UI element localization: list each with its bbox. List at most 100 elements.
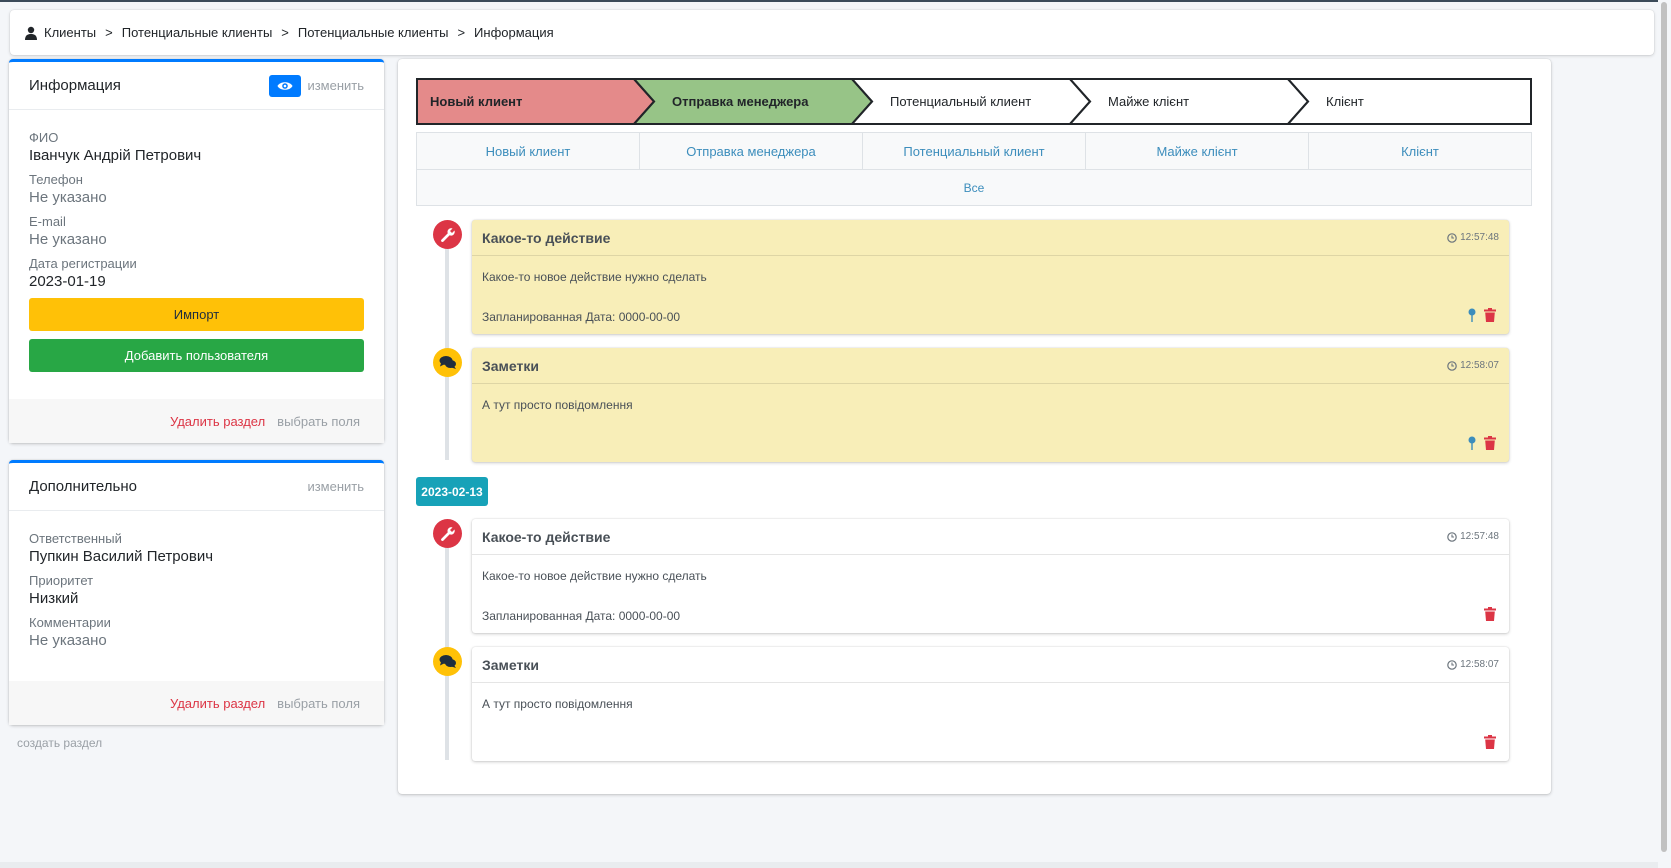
- wrench-icon: [440, 526, 455, 541]
- pin-icon[interactable]: [1468, 308, 1476, 322]
- field-value-phone: Не указано: [29, 189, 107, 206]
- stage-tab-potential[interactable]: Потенциальный клиент: [863, 133, 1086, 169]
- trash-icon[interactable]: [1484, 308, 1496, 322]
- wrench-icon: [440, 227, 455, 242]
- event-time-text: 12:57:48: [1460, 531, 1499, 542]
- event-planned-date: Запланированная Дата: 0000-00-00: [482, 609, 681, 623]
- add-user-button[interactable]: Добавить пользователя: [29, 339, 364, 372]
- info-card-footer: Удалить раздел выбрать поля: [9, 399, 384, 443]
- pipeline-stepper: Новый клиент Отправка менеджера Потенциа…: [416, 78, 1532, 125]
- event-text: Какое-то новое действие нужно сделать: [482, 569, 707, 583]
- pipeline-step-client[interactable]: Клієнт: [1326, 78, 1364, 125]
- event-title: Какое-то действие: [482, 229, 611, 246]
- breadcrumb-separator: >: [281, 25, 289, 40]
- breadcrumb-item-potential-2[interactable]: Потенциальные клиенты: [298, 25, 449, 40]
- stage-tab-manager[interactable]: Отправка менеджера: [640, 133, 863, 169]
- extra-card-header: Дополнительно изменить: [9, 463, 384, 511]
- scrollbar-thumb[interactable]: [1661, 2, 1667, 852]
- timeline-note-icon: [433, 647, 462, 676]
- choose-fields-link[interactable]: выбрать поля: [277, 414, 360, 429]
- event-time: 12:58:07: [1447, 360, 1499, 371]
- breadcrumb-separator: >: [105, 25, 113, 40]
- field-label-fio: ФИО: [29, 130, 59, 145]
- field-value-comments: Не указано: [29, 632, 107, 649]
- event-time-text: 12:57:48: [1460, 232, 1499, 243]
- field-label-priority: Приоритет: [29, 573, 94, 588]
- pin-icon[interactable]: [1468, 436, 1476, 450]
- clock-icon: [1447, 232, 1457, 243]
- field-value-fio: Іванчук Андрій Петрович: [29, 147, 202, 164]
- event-title: Заметки: [482, 656, 539, 673]
- stage-tab-client[interactable]: Клієнт: [1309, 133, 1531, 169]
- user-icon: [25, 26, 37, 40]
- pipeline-step-new[interactable]: Новый клиент: [430, 78, 522, 125]
- clock-icon: [1447, 531, 1457, 542]
- event-text: Какое-то новое действие нужно сделать: [482, 270, 707, 284]
- pipeline-step-almost[interactable]: Майже клієнт: [1108, 78, 1189, 125]
- choose-fields-link[interactable]: выбрать поля: [277, 696, 360, 711]
- event-time: 12:58:07: [1447, 659, 1499, 670]
- event-time-text: 12:58:07: [1460, 659, 1499, 670]
- bottom-border: [0, 862, 1658, 868]
- stage-filter-table: Новый клиент Отправка менеджера Потенциа…: [416, 132, 1532, 206]
- extra-card: Дополнительно изменить Ответственный Пуп…: [9, 460, 384, 725]
- info-card-header: Информация изменить: [9, 62, 384, 110]
- info-card-title: Информация: [29, 77, 121, 94]
- breadcrumb-item-info: Информация: [474, 25, 554, 40]
- breadcrumb-item-potential[interactable]: Потенциальные клиенты: [122, 25, 273, 40]
- trash-icon[interactable]: [1484, 607, 1496, 621]
- pipeline-step-manager[interactable]: Отправка менеджера: [672, 78, 808, 125]
- field-label-phone: Телефон: [29, 172, 83, 187]
- comments-icon: [439, 655, 456, 668]
- trash-icon[interactable]: [1484, 436, 1496, 450]
- event-time: 12:57:48: [1447, 531, 1499, 542]
- extra-card-title: Дополнительно: [29, 478, 137, 495]
- timeline-date-badge: 2023-02-13: [416, 477, 488, 506]
- event-time: 12:57:48: [1447, 232, 1499, 243]
- event-title: Заметки: [482, 357, 539, 374]
- top-border: [0, 0, 1671, 2]
- timeline-line: [445, 532, 449, 760]
- trash-icon[interactable]: [1484, 735, 1496, 749]
- stage-tab-all[interactable]: Все: [417, 170, 1531, 206]
- breadcrumb-separator: >: [457, 25, 466, 40]
- extra-edit-link[interactable]: изменить: [307, 479, 364, 494]
- create-section-link[interactable]: создать раздел: [17, 736, 102, 750]
- field-value-email: Не указано: [29, 231, 107, 248]
- stage-tab-new[interactable]: Новый клиент: [417, 133, 640, 169]
- clock-icon: [1447, 659, 1457, 670]
- field-value-reg-date: 2023-01-19: [29, 273, 106, 290]
- timeline-note-icon: [433, 348, 462, 377]
- timeline-action-icon: [433, 220, 462, 249]
- timeline-event-action: Какое-то действие 12:57:48 Какое-то ново…: [472, 220, 1509, 334]
- event-text: А тут просто повідомлення: [482, 398, 633, 412]
- page-scrollbar[interactable]: [1658, 0, 1671, 868]
- eye-icon: [277, 81, 293, 90]
- import-button[interactable]: Импорт: [29, 298, 364, 331]
- extra-card-footer: Удалить раздел выбрать поля: [9, 681, 384, 725]
- pipeline-step-shape[interactable]: [1285, 78, 1532, 125]
- timeline-event-action: Какое-то действие 12:57:48 Какое-то ново…: [472, 519, 1509, 633]
- timeline-action-icon: [433, 519, 462, 548]
- view-toggle-button[interactable]: [269, 74, 302, 97]
- stage-tab-almost[interactable]: Майже клієнт: [1086, 133, 1309, 169]
- pipeline-step-potential[interactable]: Потенциальный клиент: [890, 78, 1031, 125]
- clock-icon: [1447, 360, 1457, 371]
- event-time-text: 12:58:07: [1460, 360, 1499, 371]
- timeline-event-note: Заметки 12:58:07 А тут просто повідомлен…: [472, 647, 1509, 761]
- info-edit-link[interactable]: изменить: [307, 78, 364, 93]
- delete-section-link[interactable]: Удалить раздел: [170, 696, 265, 711]
- field-value-priority: Низкий: [29, 590, 79, 607]
- timeline-line: [445, 232, 449, 460]
- field-label-comments: Комментарии: [29, 615, 111, 630]
- field-label-reg-date: Дата регистрации: [29, 256, 137, 271]
- delete-section-link[interactable]: Удалить раздел: [170, 414, 265, 429]
- breadcrumb-item-clients[interactable]: Клиенты: [44, 25, 96, 40]
- event-text: А тут просто повідомлення: [482, 697, 633, 711]
- field-label-responsible: Ответственный: [29, 531, 122, 546]
- timeline-event-note: Заметки 12:58:07 А тут просто повідомлен…: [472, 348, 1509, 462]
- comments-icon: [439, 356, 456, 369]
- info-card: Информация изменить ФИО Іванчук Андрій П…: [9, 59, 384, 443]
- field-value-responsible: Пупкин Василий Петрович: [29, 548, 214, 565]
- event-planned-date: Запланированная Дата: 0000-00-00: [482, 310, 681, 324]
